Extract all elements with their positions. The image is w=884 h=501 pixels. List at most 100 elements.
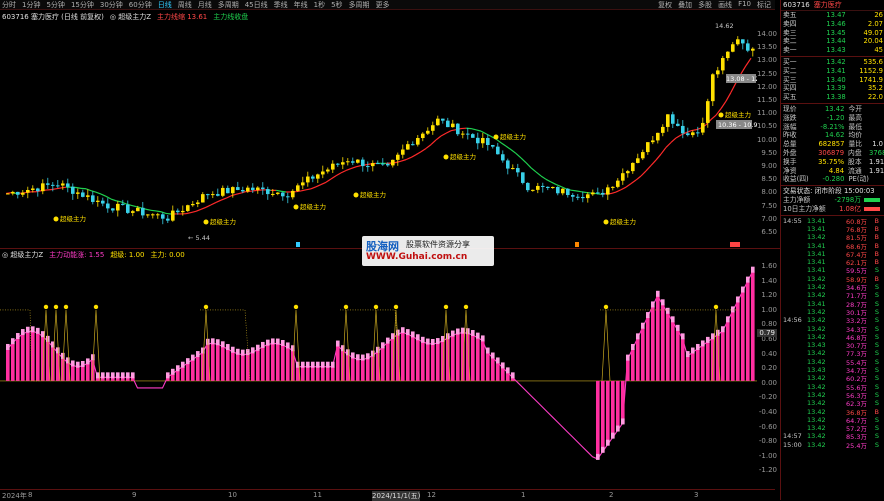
indicator-bar-cap: [346, 349, 350, 355]
period-tab[interactable]: 45日线: [245, 0, 268, 10]
toolbar-item[interactable]: 标记: [757, 0, 771, 10]
indicator-bar-cap: [176, 365, 180, 371]
candle-body: [451, 124, 455, 127]
indicator-bar: [276, 344, 280, 381]
ma-line-segment: [61, 187, 66, 188]
indicator-bar-cap: [486, 348, 490, 354]
signal-point-icon: [294, 305, 298, 309]
ma-line-segment: [621, 187, 626, 190]
indicator-bar-cap: [661, 299, 665, 305]
ma-line-segment: [351, 167, 356, 169]
period-tab[interactable]: 15分钟: [71, 0, 94, 10]
candle-body: [136, 208, 140, 211]
period-tab[interactable]: 5分钟: [46, 0, 64, 10]
price-tick: 13.00: [757, 56, 777, 64]
indicator-bar-cap: [286, 342, 290, 348]
signal-point-icon: [464, 305, 468, 309]
candle-body: [496, 147, 500, 155]
indicator-bar: [631, 349, 635, 381]
candle-body: [261, 188, 265, 190]
period-tab[interactable]: 季线: [274, 0, 288, 10]
candle-body: [481, 138, 485, 143]
period-tab[interactable]: 60分钟: [129, 0, 152, 10]
candle-body: [216, 194, 220, 196]
ma-line-segment: [596, 194, 601, 195]
bid-row-label: 买一: [783, 58, 812, 67]
period-tab[interactable]: 5秒: [331, 0, 342, 10]
indicator-bar: [606, 381, 610, 445]
signal-marker-icon: [204, 220, 209, 225]
tick-side: S: [867, 349, 879, 357]
toolbar-item[interactable]: 复权: [658, 0, 672, 10]
candle-body: [466, 134, 470, 135]
signal-point-icon: [344, 305, 348, 309]
ma-line-segment: [531, 168, 536, 172]
indicator-name[interactable]: ◎ 超级主力Z: [110, 12, 151, 22]
indicator-bar-cap: [281, 340, 285, 346]
indicator-bar-cap: [6, 344, 10, 350]
bid-row-volume: 22.0: [846, 93, 883, 102]
candle-body: [431, 125, 435, 131]
indicator-bar: [451, 336, 455, 381]
period-tab[interactable]: 1秒: [314, 0, 325, 10]
candlestick-chart[interactable]: 超级主力超级主力超级主力超级主力超级主力超级主力超级主力超级主力← 5.4410…: [0, 22, 757, 248]
ma-line-segment: [206, 205, 211, 207]
period-tab[interactable]: 1分钟: [22, 0, 40, 10]
stat-value: 682857: [812, 140, 845, 149]
indicator-chart[interactable]: [0, 260, 757, 488]
date-label: 10: [228, 491, 237, 499]
tick-side: S: [867, 374, 879, 382]
toolbar-item[interactable]: 多股: [698, 0, 712, 10]
indicator-bar: [506, 372, 510, 381]
indicator-bar-cap: [386, 338, 390, 344]
period-tab[interactable]: 年线: [294, 0, 308, 10]
ma-line-segment: [56, 188, 61, 189]
period-tab[interactable]: 日线: [158, 0, 172, 10]
ma-line-segment: [191, 211, 196, 212]
toolbar-item[interactable]: F10: [738, 0, 751, 10]
period-tab[interactable]: 多周期: [349, 0, 370, 10]
tick-list[interactable]: 14:5513.4160.8万B13.4176.8万B13.4281.5万B13…: [781, 217, 884, 449]
period-tab[interactable]: 更多: [376, 0, 390, 10]
ma-line-segment: [541, 176, 546, 179]
indicator-bar-cap: [751, 267, 755, 273]
ma-line-segment: [451, 130, 456, 131]
indicator-bar: [706, 342, 710, 381]
tick-side: S: [867, 424, 879, 432]
tick-price: 13.42: [807, 325, 833, 333]
candle-body: [181, 211, 185, 212]
candle-body: [491, 145, 495, 147]
signal-marker-icon: [54, 217, 59, 222]
ma-line-segment: [356, 166, 361, 167]
indicator-bar: [431, 344, 435, 381]
period-tab[interactable]: 30分钟: [100, 0, 123, 10]
indicator-bar-cap: [76, 362, 80, 368]
ma-line-segment: [366, 164, 371, 165]
candle-body: [396, 155, 400, 160]
indicator-bar: [86, 363, 90, 380]
period-tab[interactable]: 周线: [178, 0, 192, 10]
candle-body: [426, 131, 430, 134]
indicator-bar: [406, 334, 410, 381]
indicator-panel-name[interactable]: ◎ 超级主力Z: [2, 250, 43, 260]
indicator-bar: [21, 334, 25, 381]
toolbar-item[interactable]: 画线: [718, 0, 732, 10]
period-tab[interactable]: 分时: [2, 0, 16, 10]
tick-time: 14:56: [783, 316, 807, 324]
indicator-bar: [436, 343, 440, 381]
indicator-bar: [596, 381, 600, 459]
candle-body: [666, 114, 670, 127]
candle-body: [446, 121, 450, 127]
indicator-bar-cap: [681, 333, 685, 339]
indicator-bar-cap: [706, 337, 710, 343]
period-tab[interactable]: 月线: [198, 0, 212, 10]
price-tick: 8.50: [761, 175, 777, 183]
indicator-bar-cap: [381, 342, 385, 348]
indicator-bar: [271, 343, 275, 380]
indicator-bar: [261, 347, 265, 381]
period-tab[interactable]: 多周期: [218, 0, 239, 10]
stat-row: 昨收14.62均价: [781, 131, 884, 140]
indicator-bar-cap: [101, 372, 105, 378]
ma-line-segment: [571, 190, 576, 191]
toolbar-item[interactable]: 叠加: [678, 0, 692, 10]
